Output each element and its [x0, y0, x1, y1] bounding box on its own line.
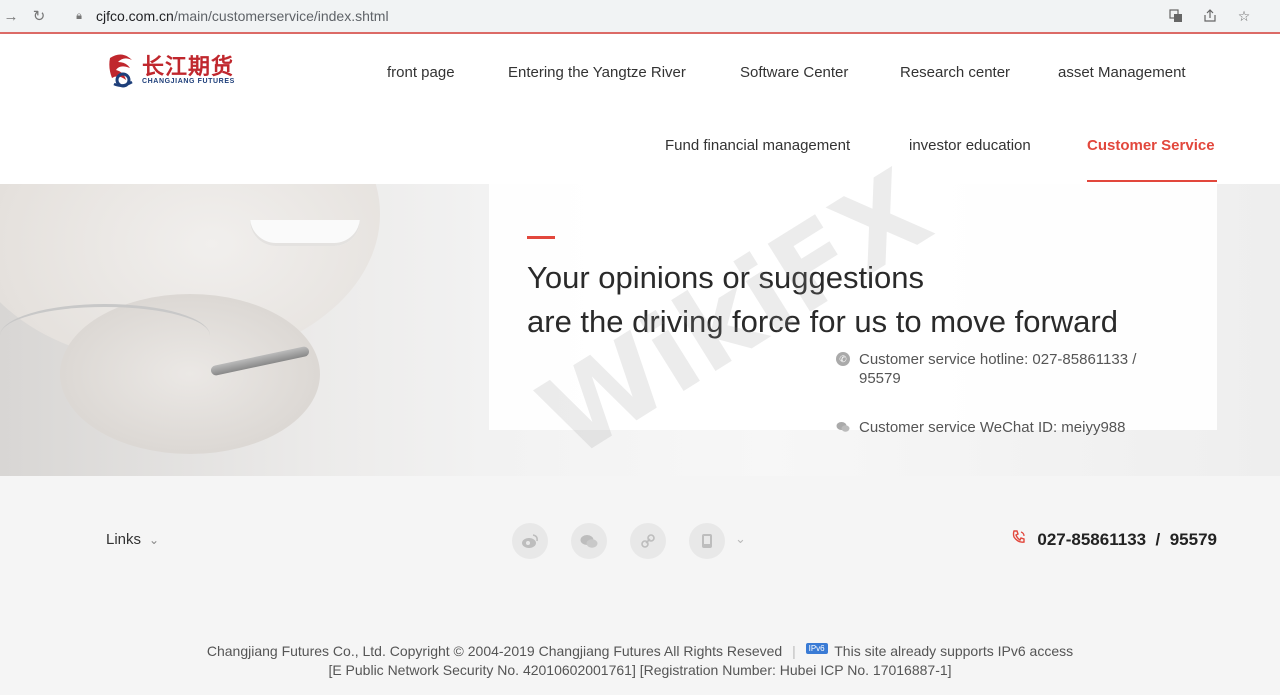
nav-customer-service[interactable]: Customer Service	[1087, 137, 1215, 154]
hero-accent-bar	[527, 236, 555, 239]
chevron-down-icon[interactable]: ⌄	[735, 531, 746, 547]
site-header: 长江期货 CHANGJIANG FUTURES front page Enter…	[0, 34, 1280, 184]
wechat-icon	[836, 420, 850, 434]
weibo-icon[interactable]	[512, 523, 548, 559]
star-icon[interactable]: ☆	[1234, 6, 1254, 26]
wechat-share-icon[interactable]	[571, 523, 607, 559]
hero-photo-cable	[0, 304, 210, 367]
dragon-logo-icon	[106, 52, 138, 88]
lock-icon[interactable]: 🔒︎	[68, 5, 90, 27]
hero-photo-smile	[250, 220, 360, 246]
nav-front-page[interactable]: front page	[387, 64, 455, 81]
footer-hotline: 027-85861133 / 95579	[1011, 529, 1217, 550]
hero-heading-line1: Your opinions or suggestions	[527, 260, 924, 295]
address-bar[interactable]: cjfco.com.cn/main/customerservice/index.…	[96, 8, 389, 24]
link-icon[interactable]	[630, 523, 666, 559]
wechat-info: Customer service WeChat ID: meiyy988	[836, 418, 1169, 437]
copyright-line: Changjiang Futures Co., Ltd. Copyright ©…	[206, 643, 1074, 659]
share-icon[interactable]	[1200, 6, 1220, 26]
ipv6-badge: IPv6	[805, 643, 828, 654]
logo-english-text: CHANGJIANG FUTURES	[142, 77, 235, 85]
hero-banner: Your opinions or suggestions are the dri…	[0, 184, 1280, 476]
nav-fund-financial[interactable]: Fund financial management	[665, 137, 850, 154]
nav-asset-management[interactable]: asset Management	[1058, 64, 1186, 81]
phone-icon: ✆	[836, 352, 850, 366]
reload-icon[interactable]: ↻	[28, 5, 50, 27]
mobile-app-icon[interactable]	[689, 523, 725, 559]
nav-investor-education[interactable]: investor education	[909, 137, 1031, 154]
chevron-down-icon: ⌄	[149, 532, 160, 547]
hotline-info: ✆ Customer service hotline: 027-85861133…	[836, 350, 1169, 388]
hero-heading-line2: are the driving force for us to move for…	[527, 304, 1118, 339]
logo-chinese-text: 长江期货	[142, 53, 235, 80]
nav-entering-yangtze[interactable]: Entering the Yangtze River	[508, 64, 686, 81]
nav-software-center[interactable]: Software Center	[740, 64, 848, 81]
translate-icon[interactable]	[1166, 6, 1186, 26]
links-dropdown[interactable]: Links ⌄	[106, 531, 159, 548]
back-arrow-icon[interactable]: →	[0, 5, 22, 27]
browser-toolbar: → ↻ 🔒︎ cjfco.com.cn/main/customerservice…	[0, 0, 1280, 32]
phone-icon	[1011, 529, 1027, 550]
active-nav-underline	[1087, 180, 1217, 182]
site-logo[interactable]: 长江期货 CHANGJIANG FUTURES	[106, 52, 235, 88]
nav-research-center[interactable]: Research center	[900, 64, 1010, 81]
registration-line: [E Public Network Security No. 420106020…	[328, 662, 952, 678]
divider: |	[792, 643, 796, 659]
